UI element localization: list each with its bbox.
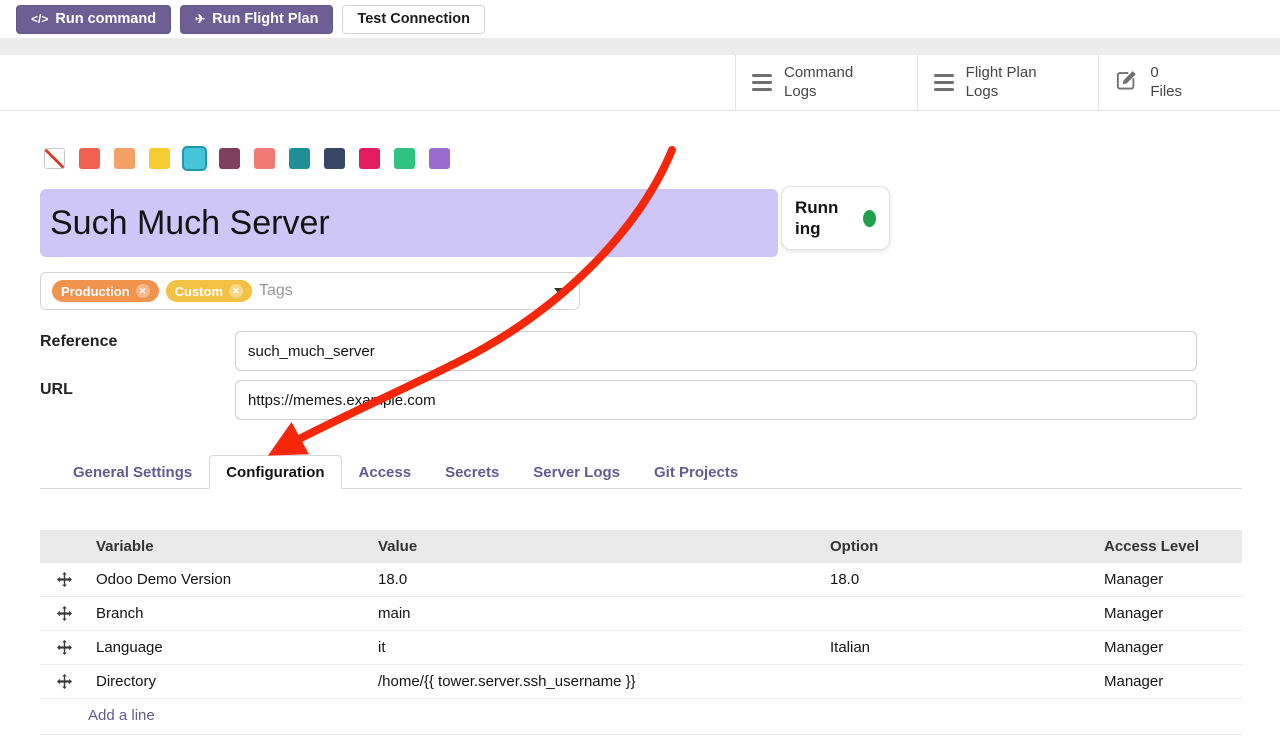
edit-icon <box>1115 69 1138 97</box>
cell-variable[interactable]: Directory <box>88 673 370 690</box>
list-icon <box>934 74 954 91</box>
tab-server-logs[interactable]: Server Logs <box>516 455 637 489</box>
reference-input[interactable] <box>235 331 1197 371</box>
files-count: 0 <box>1150 64 1182 83</box>
notebook-tabs: General Settings Configuration Access Se… <box>40 455 1242 489</box>
code-icon: </> <box>31 12 48 26</box>
command-logs-button[interactable]: Command Logs <box>735 55 917 110</box>
drag-handle-icon[interactable] <box>40 674 88 689</box>
color-swatch-orange[interactable] <box>114 148 135 169</box>
run-command-label: Run command <box>55 11 156 27</box>
cell-access-level[interactable]: Manager <box>1096 605 1242 622</box>
column-header-variable: Variable <box>88 538 370 555</box>
status-label: Running <box>795 197 843 240</box>
run-flight-plan-label: Run Flight Plan <box>212 11 318 27</box>
tag-production-remove-icon[interactable]: ✕ <box>136 284 150 298</box>
flight-plan-logs-button[interactable]: Flight Plan Logs <box>917 55 1099 110</box>
tag-custom-remove-icon[interactable]: ✕ <box>229 284 243 298</box>
cell-value[interactable]: /home/{{ tower.server.ssh_username }} <box>370 673 822 690</box>
tag-custom-label: Custom <box>175 284 223 299</box>
server-form-page: </> Run command ✈ Run Flight Plan Test C… <box>0 0 1280 742</box>
tag-custom[interactable]: Custom ✕ <box>166 280 252 302</box>
tab-configuration[interactable]: Configuration <box>209 455 341 489</box>
tag-production-label: Production <box>61 284 130 299</box>
plane-icon: ✈ <box>195 12 205 26</box>
tab-general-settings[interactable]: General Settings <box>56 455 209 489</box>
column-header-option: Option <box>822 538 1096 555</box>
table-row: Language it Italian Manager <box>40 631 1242 665</box>
flight-plan-logs-label-line2: Logs <box>966 83 1037 102</box>
color-swatch-red[interactable] <box>79 148 100 169</box>
test-connection-button[interactable]: Test Connection <box>342 5 485 34</box>
color-palette <box>44 148 450 169</box>
url-input[interactable] <box>235 380 1197 420</box>
cell-option[interactable]: 18.0 <box>822 571 1096 588</box>
cell-value[interactable]: 18.0 <box>370 571 822 588</box>
action-toolbar: </> Run command ✈ Run Flight Plan Test C… <box>0 0 1280 38</box>
run-flight-plan-button[interactable]: ✈ Run Flight Plan <box>180 5 333 34</box>
stat-button-group: Command Logs Flight Plan Logs <box>735 55 1280 110</box>
add-a-line-link[interactable]: Add a line <box>88 707 155 724</box>
tab-git-projects[interactable]: Git Projects <box>637 455 755 489</box>
chevron-down-icon[interactable] <box>554 288 564 294</box>
cell-variable[interactable]: Branch <box>88 605 370 622</box>
form-header: Command Logs Flight Plan Logs <box>0 55 1280 111</box>
tags-placeholder: Tags <box>259 282 293 300</box>
color-swatch-dark-purple[interactable] <box>219 148 240 169</box>
cell-access-level[interactable]: Manager <box>1096 571 1242 588</box>
color-swatch-purple[interactable] <box>429 148 450 169</box>
color-swatch-teal[interactable] <box>289 148 310 169</box>
cell-access-level[interactable]: Manager <box>1096 673 1242 690</box>
server-title-text: Such Much Server <box>50 204 330 243</box>
drag-handle-icon[interactable] <box>40 572 88 587</box>
table-header-row: Variable Value Option Access Level <box>40 530 1242 563</box>
color-swatch-none[interactable] <box>44 148 65 169</box>
color-swatch-green[interactable] <box>394 148 415 169</box>
toolbar-divider-strip <box>0 38 1280 55</box>
command-logs-label-line2: Logs <box>784 83 853 102</box>
cell-access-level[interactable]: Manager <box>1096 639 1242 656</box>
table-row: Directory /home/{{ tower.server.ssh_user… <box>40 665 1242 699</box>
run-command-button[interactable]: </> Run command <box>16 5 171 34</box>
cell-variable[interactable]: Language <box>88 639 370 656</box>
cell-value[interactable]: main <box>370 605 822 622</box>
column-header-value: Value <box>370 538 822 555</box>
test-connection-label: Test Connection <box>357 11 470 27</box>
color-swatch-yellow[interactable] <box>149 148 170 169</box>
table-row: Branch main Manager <box>40 597 1242 631</box>
color-swatch-salmon[interactable] <box>254 148 275 169</box>
tab-access[interactable]: Access <box>342 455 429 489</box>
cell-option[interactable]: Italian <box>822 639 1096 656</box>
tags-field[interactable]: Production ✕ Custom ✕ Tags <box>40 272 580 310</box>
files-label: Files <box>1150 83 1182 102</box>
drag-handle-icon[interactable] <box>40 640 88 655</box>
table-row: Odoo Demo Version 18.0 18.0 Manager <box>40 563 1242 597</box>
color-swatch-dark-blue[interactable] <box>324 148 345 169</box>
cell-variable[interactable]: Odoo Demo Version <box>88 571 370 588</box>
drag-handle-icon[interactable] <box>40 606 88 621</box>
color-swatch-fuchsia[interactable] <box>359 148 380 169</box>
status-running-dot <box>863 210 876 227</box>
tab-secrets[interactable]: Secrets <box>428 455 516 489</box>
status-button[interactable]: Running <box>781 186 890 250</box>
color-swatch-cyan-selected[interactable] <box>184 148 205 169</box>
column-header-access-level: Access Level <box>1096 538 1242 555</box>
configuration-table: Variable Value Option Access Level Odoo … <box>40 530 1242 735</box>
command-logs-label-line1: Command <box>784 64 853 83</box>
tag-production[interactable]: Production ✕ <box>52 280 159 302</box>
table-footer-divider <box>40 734 1242 735</box>
reference-label: Reference <box>40 333 117 351</box>
list-icon <box>752 74 772 91</box>
flight-plan-logs-label-line1: Flight Plan <box>966 64 1037 83</box>
server-title-field[interactable]: Such Much Server <box>40 189 778 257</box>
url-label: URL <box>40 381 73 399</box>
files-button[interactable]: 0 Files <box>1098 55 1280 110</box>
cell-value[interactable]: it <box>370 639 822 656</box>
